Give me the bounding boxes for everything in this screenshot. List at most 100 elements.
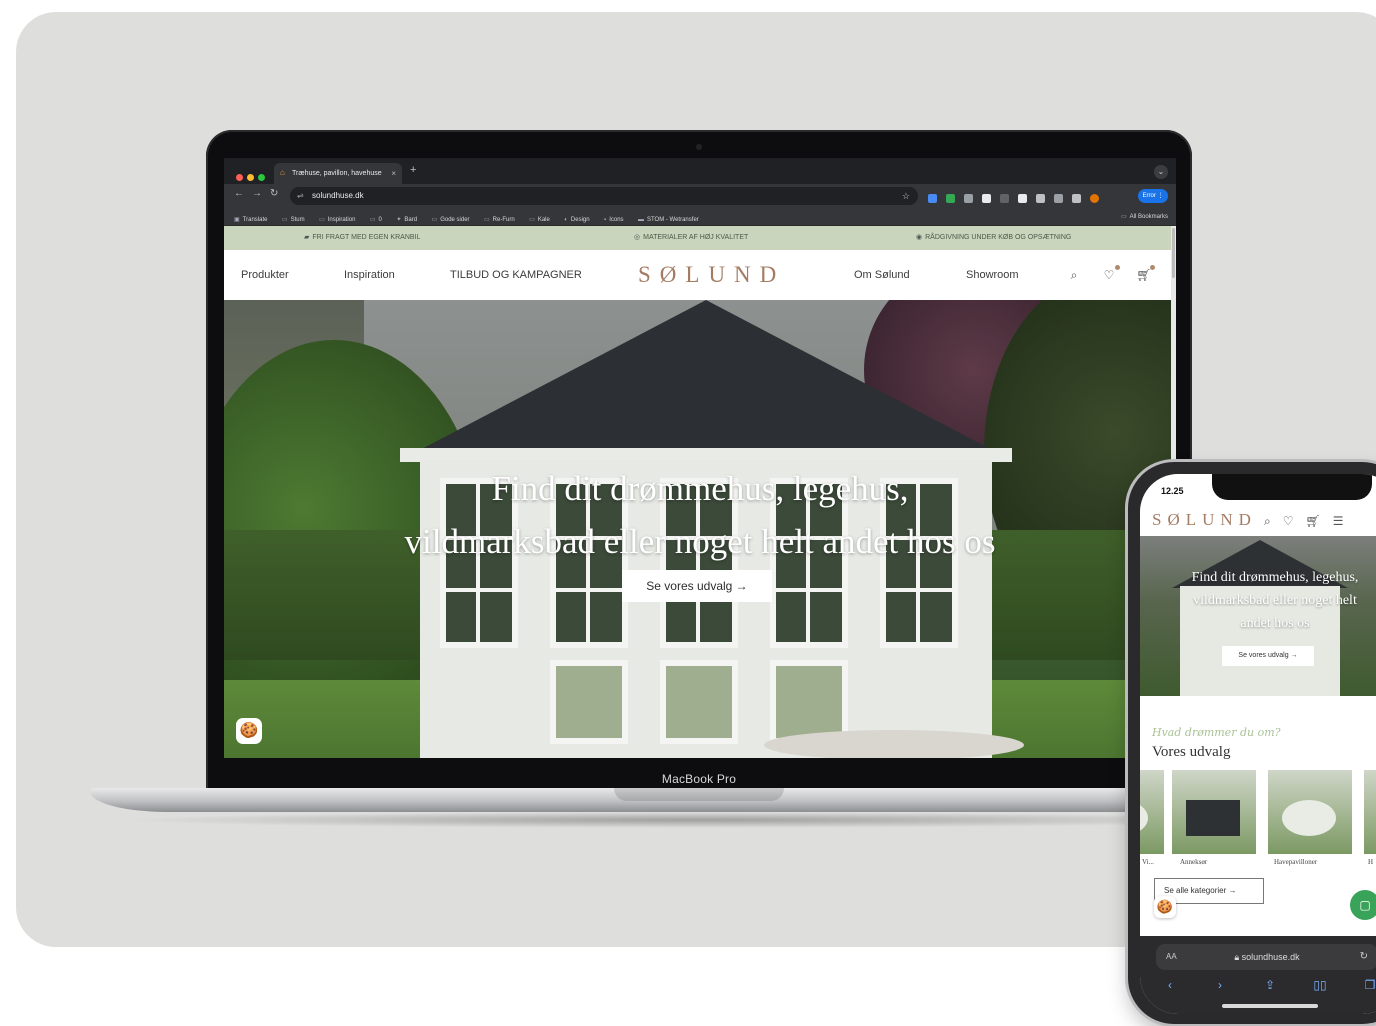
nav-tilbud[interactable]: TILBUD OG KAMPAGNER	[450, 250, 582, 300]
minimize-window-button[interactable]	[247, 174, 254, 181]
laptop-shadow	[120, 812, 1270, 828]
extension-icon[interactable]	[982, 194, 991, 204]
menu-icon[interactable]: ☰	[1333, 514, 1344, 528]
extension-icon[interactable]	[1018, 194, 1027, 204]
wishlist-badge	[1115, 265, 1120, 270]
laptop-model-label: MacBook Pro	[661, 772, 737, 786]
nav-showroom[interactable]: Showroom	[966, 250, 1019, 300]
extension-icon[interactable]	[928, 194, 937, 204]
extension-icon[interactable]	[964, 194, 973, 204]
category-image	[1140, 800, 1148, 836]
translate-icon: ▣	[234, 217, 240, 223]
extension-icon[interactable]	[1000, 194, 1009, 204]
folder-icon: ▭	[431, 217, 438, 223]
nav-inspiration[interactable]: Inspiration	[344, 250, 395, 300]
avatar[interactable]	[1090, 194, 1099, 204]
heart-icon[interactable]: ♡	[1100, 265, 1120, 284]
promo-item-shipping: ▰ FRI FRAGT MED EGEN KRANBIL	[304, 234, 421, 241]
reload-icon[interactable]: ↻	[1360, 944, 1368, 970]
site-settings-icon[interactable]: ⇌	[297, 187, 304, 205]
all-bookmarks-button[interactable]: ▭ All Bookmarks	[1121, 208, 1168, 226]
puzzle-icon[interactable]	[1054, 194, 1063, 204]
nav-om-solund[interactable]: Om Sølund	[854, 250, 910, 300]
forward-icon[interactable]: ›	[1195, 978, 1245, 992]
hero-section: Find dit drømmehus, legehus, vildmarksba…	[224, 300, 1176, 758]
phone-header-icons: ⌕ ♡ 🛒︎ ☰	[1264, 512, 1356, 530]
category-caption: H	[1368, 858, 1374, 866]
reload-icon[interactable]: ↻	[270, 188, 278, 199]
icons-icon: ▪	[604, 217, 607, 223]
folder-icon: ▭	[281, 217, 288, 223]
download-icon[interactable]	[1072, 194, 1081, 204]
browser-tab[interactable]: ⌂ Træhuse, pavillon, havehuse ×	[274, 163, 402, 184]
promo-item-quality: ◎ MATERIALER AF HØJ KVALITET	[634, 234, 749, 241]
search-icon[interactable]: ⌕	[1065, 266, 1083, 284]
category-image	[1282, 800, 1336, 836]
category-card[interactable]	[1364, 770, 1376, 854]
cart-icon[interactable]: 🛒︎	[1135, 265, 1155, 284]
promo-bar: ▰ FRI FRAGT MED EGEN KRANBIL ◎ MATERIALER …	[224, 226, 1176, 250]
safari-address-bar[interactable]: AA 🔒︎ solundhuse.dk ↻	[1156, 944, 1376, 970]
phone-hero-cta-button[interactable]: Se vores udvalg →	[1222, 646, 1314, 666]
hero-cta-button[interactable]: Se vores udvalg →	[622, 570, 772, 602]
category-card[interactable]	[1172, 770, 1256, 854]
pavilion-panel	[660, 660, 738, 744]
design-icon: ◐	[564, 217, 568, 223]
promo-item-advice: ◉ RÅDGIVNING UNDER KØB OG OPSÆTNING	[916, 234, 1072, 241]
quality-icon: ◎	[634, 234, 641, 241]
reader-settings-button[interactable]: AA	[1166, 944, 1177, 970]
phone-hero-title: Find dit drømmehus, legehus, vildmarksba…	[1191, 570, 1359, 631]
tab-title: Træhuse, pavillon, havehuse	[292, 170, 382, 177]
phone-category-carousel[interactable]	[1140, 770, 1376, 854]
search-icon[interactable]: ⌕	[1264, 514, 1271, 529]
profile-error-button[interactable]: Error ⋮	[1138, 189, 1168, 203]
chat-icon: ◉	[916, 234, 923, 241]
phone-site-logo[interactable]: SØLUND	[1152, 510, 1257, 530]
extension-icon[interactable]	[1036, 194, 1045, 204]
heart-icon[interactable]: ♡	[1283, 514, 1294, 528]
back-arrow-icon[interactable]: ←	[234, 188, 244, 199]
cookie-icon[interactable]: 🍪	[1154, 896, 1176, 918]
book-icon[interactable]: ▯▯	[1295, 978, 1345, 992]
safari-bottom-bar: AA 🔒︎ solundhuse.dk ↻ ‹ › ⇪ ▯▯ ❐	[1140, 936, 1376, 1014]
category-card[interactable]	[1140, 770, 1164, 854]
home-indicator	[1222, 1004, 1318, 1008]
nav-produkter[interactable]: Produkter	[241, 250, 289, 300]
tabs-icon[interactable]: ❐	[1345, 978, 1376, 992]
mockup-stage: ⌂ Træhuse, pavillon, havehuse × + ⌄ ← → …	[0, 0, 1376, 1026]
address-url: solundhuse.dk	[312, 191, 364, 200]
safari-url: solundhuse.dk	[1241, 952, 1300, 962]
site-logo[interactable]: SØLUND	[638, 250, 785, 300]
bookmarks-bar: ▣ Translate ▭ Stum ▭ Inspiration ▭ 0 ✦ Bard ▭…	[224, 208, 1176, 226]
category-card[interactable]	[1268, 770, 1352, 854]
phone-time: 12.25	[1161, 486, 1184, 496]
phone-section-heading: Vores udvalg	[1152, 744, 1231, 760]
folder-icon: ▭	[319, 217, 325, 223]
cart-icon[interactable]: 🛒︎	[1306, 514, 1321, 528]
phone-hero: Find dit drømmehus, legehus, vildmarksba…	[1140, 536, 1376, 696]
forward-arrow-icon[interactable]: →	[252, 188, 262, 199]
maximize-window-button[interactable]	[258, 174, 265, 181]
folder-icon: ▭	[529, 217, 535, 223]
close-window-button[interactable]	[236, 174, 243, 181]
wetransfer-icon: ▬	[637, 217, 644, 223]
extensions-area	[928, 190, 1108, 208]
extension-icon[interactable]	[946, 194, 955, 204]
cookie-icon[interactable]: 🍪	[236, 718, 262, 744]
lock-icon: 🔒︎	[1234, 952, 1242, 962]
address-bar[interactable]: ⇌ solundhuse.dk ☆	[290, 187, 918, 205]
scrollbar-thumb[interactable]	[1172, 228, 1175, 278]
category-image	[1186, 800, 1240, 836]
bookmark-star-icon[interactable]: ☆	[902, 187, 910, 205]
category-caption: Havepavilloner	[1274, 858, 1318, 866]
tab-search-icon[interactable]: ⌄	[1154, 165, 1168, 179]
share-icon[interactable]: ⇪	[1245, 978, 1295, 992]
pavilion-panel	[550, 660, 628, 744]
phone-status-icons: ..ıl ᯤ ▬	[1332, 487, 1361, 496]
tab-close-icon[interactable]: ×	[391, 163, 396, 184]
back-icon[interactable]: ‹	[1145, 978, 1195, 992]
cart-badge	[1150, 265, 1155, 270]
new-tab-button[interactable]: +	[410, 164, 416, 176]
home-icon: ⌂	[280, 168, 285, 177]
chat-icon[interactable]: ▢	[1350, 890, 1376, 920]
